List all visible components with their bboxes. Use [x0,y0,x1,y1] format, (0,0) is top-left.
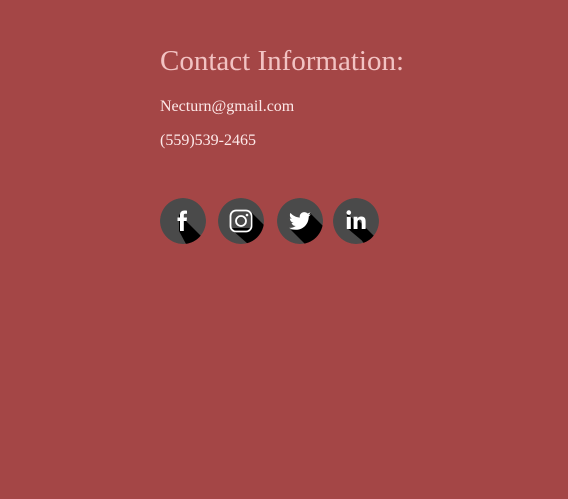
linkedin-icon [333,198,379,244]
contact-email[interactable]: Necturn@gmail.com [160,97,294,117]
twitter-link[interactable] [277,198,323,244]
twitter-icon [277,198,323,244]
facebook-link[interactable] [160,198,206,244]
instagram-icon [218,198,264,244]
facebook-icon [160,198,206,244]
linkedin-link[interactable] [333,198,379,244]
contact-title: Contact Information: [160,45,405,77]
contact-phone[interactable]: (559)539-2465 [160,131,256,151]
instagram-link[interactable] [218,198,264,244]
